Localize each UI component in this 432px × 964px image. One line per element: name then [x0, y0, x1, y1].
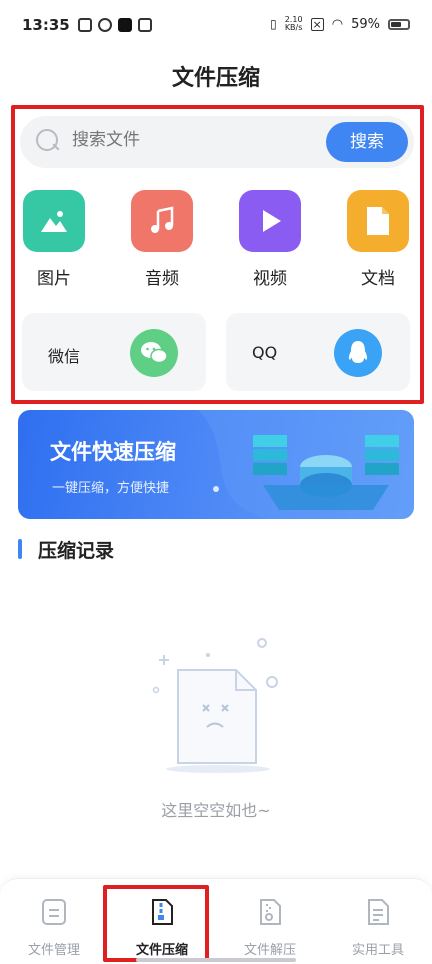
nav-highlight-box	[103, 885, 209, 962]
banner-title: 文件快速压缩	[50, 440, 176, 464]
section-accent-bar	[18, 539, 22, 559]
nav-label: 文件解压	[243, 943, 296, 958]
network-speed: 2.10 KB/s	[285, 16, 303, 32]
nav-file-extract[interactable]: 文件解压	[216, 897, 324, 958]
signal-off-icon: ×	[310, 17, 324, 31]
notification-icon	[97, 18, 112, 32]
battery-percent: 59%	[351, 16, 380, 32]
message-icon	[137, 18, 152, 32]
notification-icon	[77, 18, 92, 32]
file-manage-icon	[42, 899, 66, 925]
net-speed-unit: KB/s	[284, 23, 303, 32]
home-indicator[interactable]	[136, 958, 296, 962]
tools-icon	[368, 899, 389, 925]
wifi-icon: ◠	[331, 16, 344, 32]
notification-icons	[77, 18, 152, 32]
empty-state-text: 这里空空如也~	[161, 801, 271, 820]
section-title: 压缩记录	[38, 540, 115, 562]
page-title: 文件压缩	[171, 66, 260, 91]
file-extract-icon	[260, 899, 281, 925]
status-bar: 13:35 ▯ 2.10 KB/s × ◠ 59%	[0, 0, 432, 50]
banner-subtitle: 一键压缩，方便快捷	[52, 481, 170, 496]
quick-compress-banner[interactable]: 文件快速压缩 一键压缩，方便快捷	[18, 410, 414, 519]
highlight-box	[11, 105, 424, 404]
nav-tools[interactable]: 实用工具	[324, 897, 432, 958]
nav-label: 实用工具	[351, 943, 404, 958]
bottom-nav: 文件管理 文件压缩 文件解压 实用工具	[0, 878, 432, 964]
tiktok-icon	[117, 18, 132, 32]
battery-icon	[388, 18, 410, 30]
nav-file-manage[interactable]: 文件管理	[0, 897, 108, 958]
status-right: ▯ 2.10 KB/s × ◠ 59%	[270, 16, 410, 32]
nav-label: 文件管理	[27, 943, 80, 958]
vibrate-icon: ▯	[270, 17, 277, 31]
empty-file-illustration	[152, 638, 278, 773]
status-time: 13:35	[22, 16, 70, 34]
